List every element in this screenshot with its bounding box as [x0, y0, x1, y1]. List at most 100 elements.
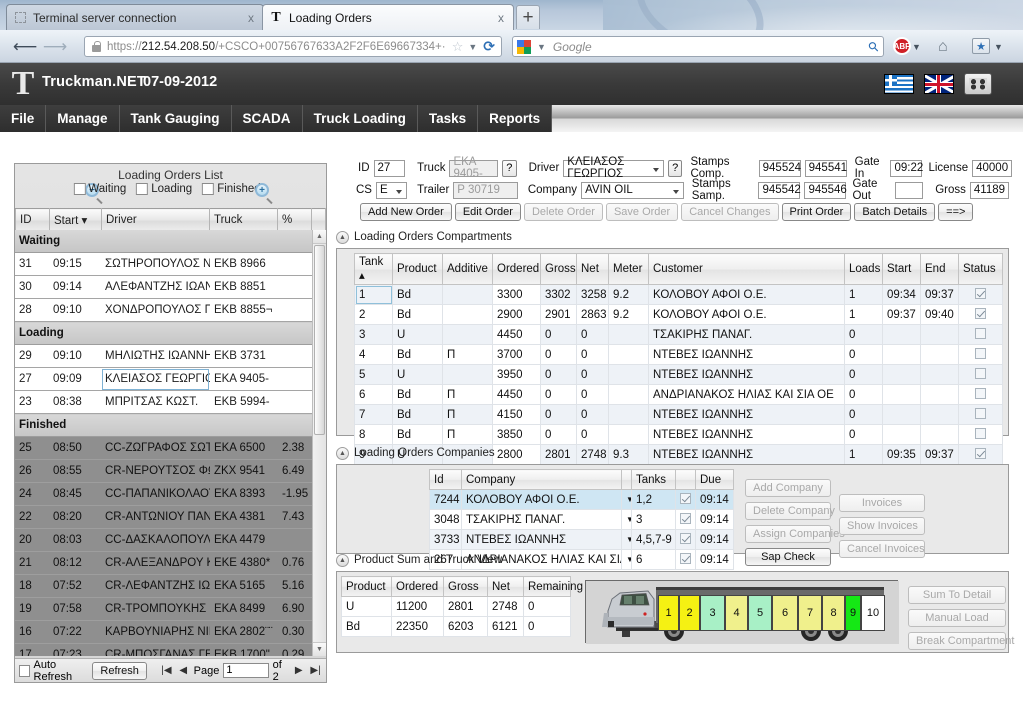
- gross-field[interactable]: 41189: [969, 181, 1010, 199]
- stamps-samp-from-field[interactable]: 945542: [758, 181, 801, 199]
- license-field[interactable]: 40000: [972, 159, 1013, 177]
- tab-close-icon[interactable]: x: [495, 11, 507, 25]
- truck-compartment-4[interactable]: 4: [725, 595, 748, 631]
- filter-waiting-checkbox[interactable]: [73, 183, 86, 195]
- cell-status[interactable]: [958, 364, 1003, 385]
- col-header-driver[interactable]: Driver: [101, 208, 210, 232]
- search-bar[interactable]: ▼ Google ⚲: [512, 36, 884, 57]
- flag-greece-icon[interactable]: [884, 74, 914, 94]
- id-field[interactable]: 27: [373, 159, 406, 177]
- cell-tank[interactable]: 3: [354, 324, 393, 345]
- col-header-id[interactable]: ID: [15, 208, 50, 232]
- stamps-comp-from-field[interactable]: 945524: [758, 159, 801, 177]
- cell-tank[interactable]: 8: [354, 424, 393, 445]
- truck-help-button[interactable]: ?: [501, 159, 517, 177]
- companies-section-header[interactable]: ▲ Loading Orders Companies: [336, 445, 1009, 461]
- first-page-icon[interactable]: |◀: [160, 664, 173, 677]
- chevron-down-icon[interactable]: ▼: [912, 42, 921, 52]
- chevron-down-icon[interactable]: ▼: [994, 42, 1003, 52]
- address-bar[interactable]: https://212.54.208.50/+CSCO+00756767633A…: [84, 36, 502, 57]
- flag-uk-icon[interactable]: [924, 74, 954, 94]
- col-header-end[interactable]: End: [920, 253, 959, 285]
- scroll-down-icon[interactable]: ▼: [313, 642, 326, 656]
- cell-status[interactable]: [958, 424, 1003, 445]
- col-header-product[interactable]: Product: [392, 253, 443, 285]
- col-header-meter[interactable]: Meter: [608, 253, 649, 285]
- chevron-down-icon[interactable]: ▼: [534, 42, 549, 52]
- gate-in-field[interactable]: 09:22: [890, 159, 923, 177]
- orders-list-body[interactable]: Waiting 3109:15ΣΩΤΗΡΟΠΟΥΛΟΣ ΝΙΚΟΛΑΟΣEKB …: [15, 230, 326, 656]
- col-header-truck[interactable]: Truck: [209, 208, 278, 232]
- compartments-section-header[interactable]: ▲ Loading Orders Compartments: [336, 229, 1009, 245]
- refresh-button[interactable]: Refresh: [92, 661, 147, 680]
- cs-select[interactable]: E: [375, 181, 408, 199]
- cell-status[interactable]: [958, 304, 1003, 325]
- truck-compartment-9[interactable]: 9: [845, 595, 861, 631]
- dropdown-icon[interactable]: ▼: [621, 529, 632, 550]
- menu-item-manage[interactable]: Manage: [46, 105, 120, 132]
- trailer-field[interactable]: P 30719: [453, 181, 518, 199]
- truck-compartment-5[interactable]: 5: [748, 595, 772, 631]
- search-input[interactable]: Google: [549, 40, 870, 54]
- orders-list-scrollbar[interactable]: ▲ ▼: [312, 230, 326, 656]
- col-header-gross[interactable]: Gross: [540, 253, 577, 285]
- scroll-up-icon[interactable]: ▲: [313, 230, 326, 244]
- cell-driver[interactable]: ΚΛΕΙΑΣΟΣ ΓΕΩΡΓΙΟΣ: [101, 367, 210, 391]
- new-tab-button[interactable]: +: [516, 5, 540, 29]
- adblock-icon[interactable]: ABP: [893, 37, 911, 55]
- truck-compartment-8[interactable]: 8: [822, 595, 845, 631]
- cell-status[interactable]: [958, 284, 1003, 305]
- collapse-icon[interactable]: ▲: [336, 446, 349, 460]
- cell-tank[interactable]: 7: [354, 404, 393, 425]
- menu-item-truck-loading[interactable]: Truck Loading: [303, 105, 418, 132]
- forward-arrow-icon[interactable]: ⟶: [43, 37, 67, 57]
- tab-close-icon[interactable]: x: [245, 11, 257, 25]
- col-header-loads[interactable]: Loads: [844, 253, 883, 285]
- menu-item-scada[interactable]: SCADA: [232, 105, 303, 132]
- zoom-in-icon[interactable]: +: [255, 183, 273, 205]
- browser-tab-terminal-server-connection[interactable]: Terminal server connection x: [6, 4, 264, 30]
- menu-item-tank-gauging[interactable]: Tank Gauging: [120, 105, 232, 132]
- cell-company[interactable]: ΝΤΕΒΕΣ ΙΩΑΝΝΗΣ: [461, 529, 622, 550]
- truck-compartment-2[interactable]: 2: [679, 595, 700, 631]
- auto-refresh-checkbox[interactable]: [19, 664, 30, 677]
- reload-icon[interactable]: ⟳: [480, 38, 498, 55]
- cell-tank[interactable]: 2: [354, 304, 393, 325]
- col-header-status[interactable]: Status: [958, 253, 1003, 285]
- browser-tab-loading-orders[interactable]: T Loading Orders x: [262, 4, 514, 30]
- truck-field[interactable]: EKA 9405-: [449, 156, 498, 180]
- col-header-pct[interactable]: %: [277, 208, 312, 232]
- chevron-down-icon[interactable]: ▼: [465, 42, 480, 52]
- scrollbar-thumb[interactable]: [314, 245, 325, 435]
- filter-loading-checkbox[interactable]: [136, 183, 149, 195]
- collapse-icon[interactable]: ▲: [336, 230, 349, 244]
- col-header-customer[interactable]: Customer: [648, 253, 845, 285]
- bookmarks-icon[interactable]: ★: [972, 38, 990, 54]
- truck-compartment-10[interactable]: 10: [861, 595, 885, 631]
- home-icon[interactable]: ⌂: [938, 38, 948, 56]
- gate-out-field[interactable]: [895, 181, 924, 199]
- product-sum-section-header[interactable]: ▲ Product Sum and Truck View: [336, 552, 1009, 568]
- stamps-comp-to-field[interactable]: 945541: [804, 159, 847, 177]
- col-header-start[interactable]: Start: [882, 253, 921, 285]
- dropdown-icon[interactable]: ▼: [621, 509, 632, 530]
- cell-status[interactable]: [958, 404, 1003, 425]
- cell-tank[interactable]: 1: [354, 284, 393, 305]
- truck-compartment-3[interactable]: 3: [700, 595, 725, 631]
- cell-company[interactable]: ΤΣΑΚΙΡΗΣ ΠΑΝΑΓ.: [461, 509, 622, 530]
- print-order-button[interactable]: Print Order: [781, 203, 852, 221]
- company-select[interactable]: AVIN OIL: [581, 181, 684, 199]
- driver-select[interactable]: ΚΛΕΙΑΣΟΣ ΓΕΩΡΓΙΟΣ: [563, 156, 664, 180]
- menu-item-reports[interactable]: Reports: [478, 105, 553, 132]
- truck-compartment-1[interactable]: 1: [658, 595, 679, 631]
- cell-status[interactable]: [958, 344, 1003, 365]
- star-icon[interactable]: ☆: [450, 39, 466, 55]
- cell-check[interactable]: [675, 529, 696, 550]
- batch-details-button[interactable]: Batch Details: [854, 203, 936, 221]
- page-input[interactable]: 1: [223, 663, 269, 678]
- truck-compartment-7[interactable]: 7: [798, 595, 822, 631]
- back-arrow-icon[interactable]: ⟵: [13, 37, 37, 57]
- collapse-icon[interactable]: ▲: [336, 553, 349, 567]
- col-header-tanks[interactable]: Tanks: [631, 469, 676, 490]
- cell-tank[interactable]: 5: [354, 364, 393, 385]
